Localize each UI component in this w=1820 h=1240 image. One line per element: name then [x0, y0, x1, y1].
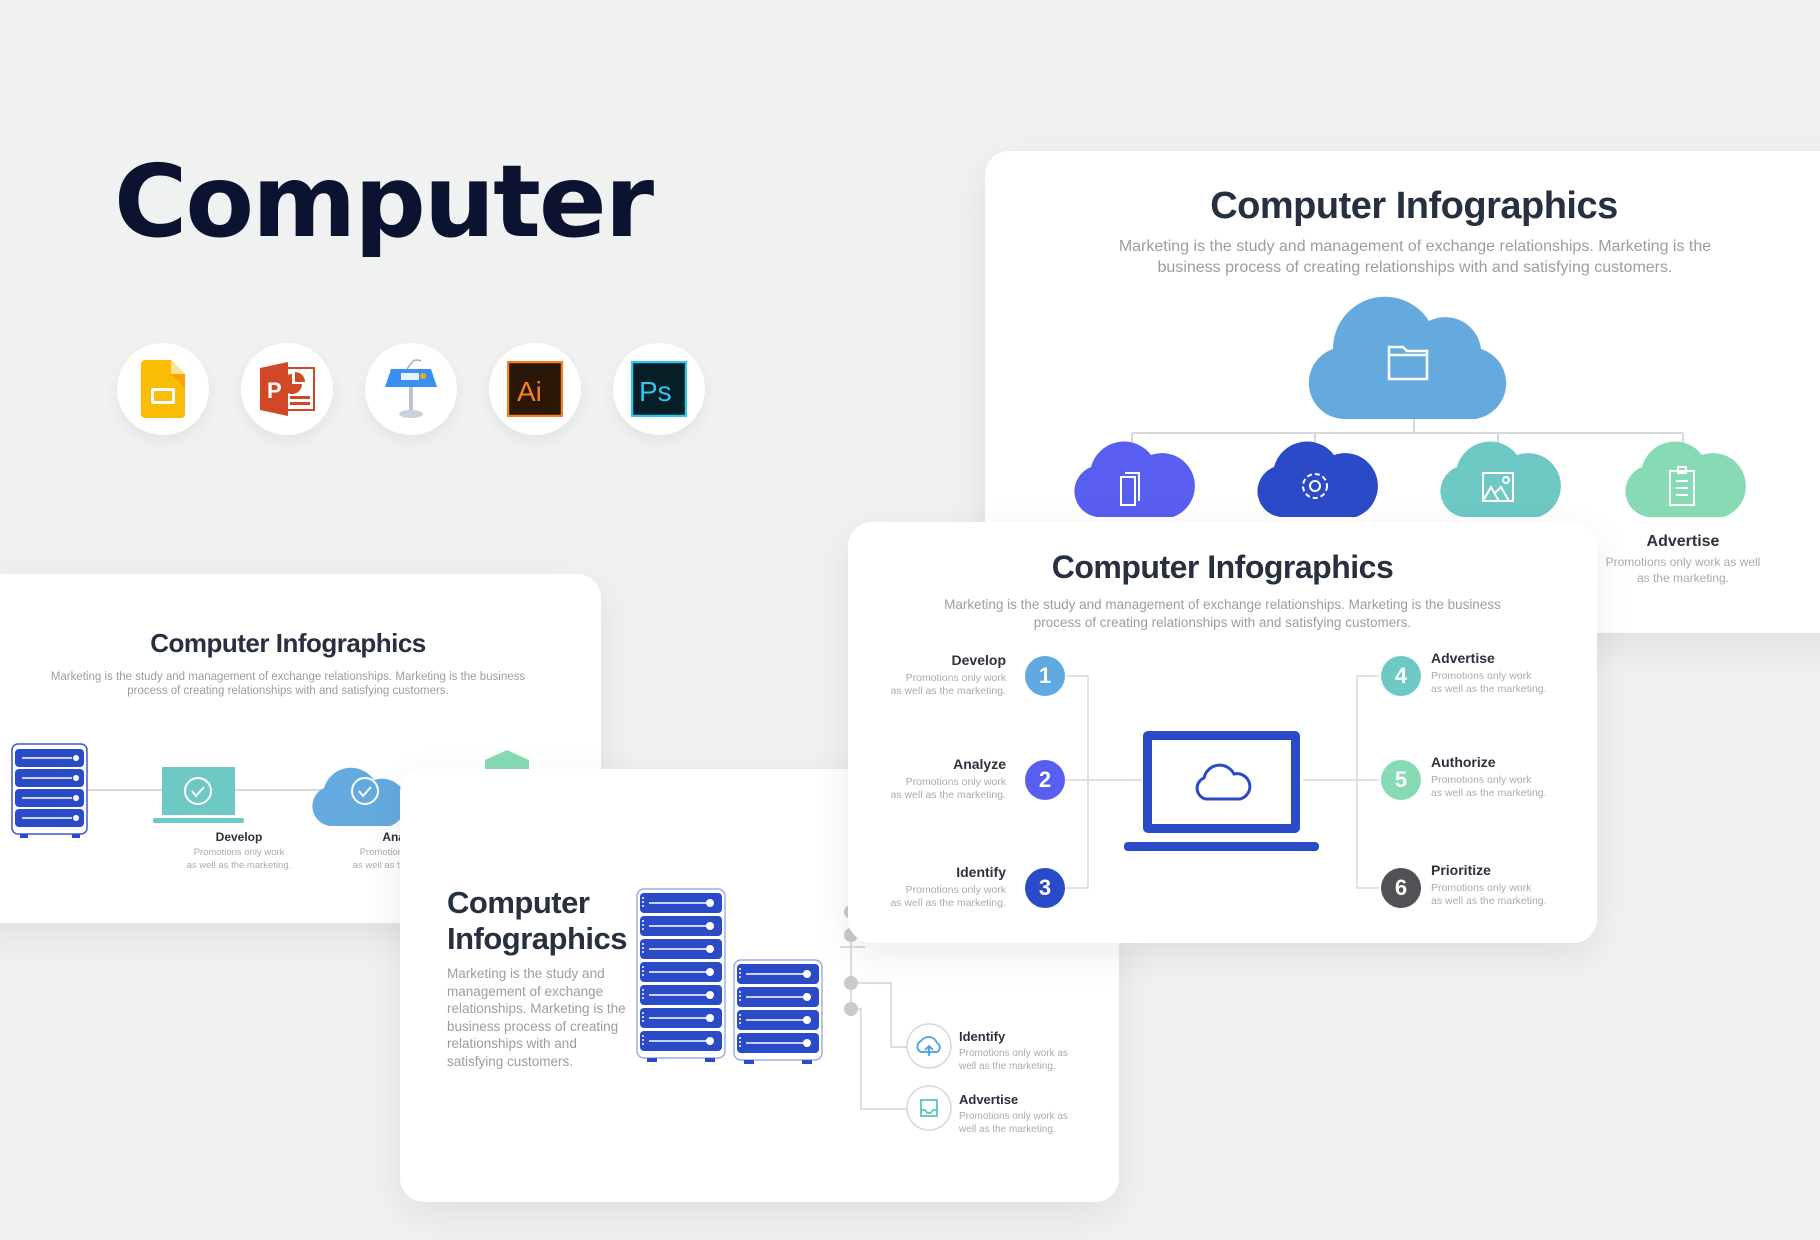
server-unit	[640, 1031, 722, 1051]
step-text-1: Promotions only work	[1431, 882, 1532, 894]
step-develop-label: Develop	[215, 830, 263, 844]
step-text-1: Promotions only work	[1431, 670, 1532, 682]
server-unit	[640, 985, 722, 1005]
child-cloud-image	[1440, 441, 1561, 517]
connector-lines	[1131, 419, 1684, 451]
step-text-1: Promotions only work	[1431, 774, 1532, 786]
step-label: Authorize	[1431, 754, 1496, 770]
advertise-text: Promotions only work as well as the mark…	[1605, 555, 1761, 585]
svg-text:Ai: Ai	[517, 376, 542, 407]
advertise-label: Advertise	[959, 1092, 1019, 1107]
step-text-1: Promotions only work	[905, 776, 1006, 788]
step-develop-text-1: Promotions only work	[193, 847, 285, 858]
server-unit	[737, 1010, 819, 1030]
step-text-2: as well as the marketing.	[890, 685, 1006, 697]
server-short	[733, 959, 823, 1064]
server-unit	[640, 1008, 722, 1028]
advertise-text-2: well as the marketing.	[959, 1124, 1056, 1135]
step-number-badge: 1	[1025, 656, 1065, 696]
step-number-badge: 3	[1025, 868, 1065, 908]
illustrator-icon: Ai	[489, 343, 581, 435]
svg-text:P: P	[267, 378, 282, 403]
server-unit	[640, 893, 722, 913]
step-text-1: Promotions only work	[905, 672, 1006, 684]
server-unit	[737, 964, 819, 984]
google-slides-icon	[117, 343, 209, 435]
child-cloud-clipboard	[1625, 441, 1746, 517]
server-unit	[640, 916, 722, 936]
server-icon	[11, 743, 88, 838]
step-number-badge: 6	[1381, 868, 1421, 908]
identify-text-1: Promotions only work as	[959, 1048, 1068, 1059]
partial-shield-icon	[485, 750, 529, 770]
step-text-2: as well as the marketing.	[1431, 683, 1547, 695]
step-number-badge: 5	[1381, 760, 1421, 800]
photoshop-icon: Ps	[613, 343, 705, 435]
child-cloud-gear	[1257, 441, 1378, 517]
slide-laptop-steps[interactable]: Computer Infographics Marketing is the s…	[848, 522, 1597, 943]
step-number-badge: 2	[1025, 760, 1065, 800]
advertise-circle	[906, 1085, 952, 1131]
laptop-icon	[1124, 731, 1319, 851]
hero-title: Computer	[114, 143, 654, 260]
root-cloud	[1308, 296, 1507, 420]
server-unit	[737, 1033, 819, 1053]
cloud-check-icon	[312, 767, 407, 826]
step-label: Prioritize	[1431, 862, 1491, 878]
server-unit	[640, 939, 722, 959]
identify-label: Identify	[959, 1029, 1006, 1044]
child-cloud-documents	[1074, 441, 1195, 517]
step-text-2: as well as the marketing.	[890, 789, 1006, 801]
keynote-icon	[365, 343, 457, 435]
identify-circle	[906, 1023, 952, 1069]
step-number-badge: 4	[1381, 656, 1421, 696]
step-label: Develop	[951, 652, 1006, 668]
server-tall	[636, 888, 726, 1062]
laptop-check-icon	[153, 767, 244, 823]
server-unit	[737, 987, 819, 1007]
step-label: Advertise	[1431, 650, 1495, 666]
server-unit	[640, 962, 722, 982]
step-label: Analyze	[953, 756, 1006, 772]
svg-text:Ps: Ps	[639, 376, 672, 407]
step-develop-text-2: as well as the marketing.	[186, 860, 292, 871]
step-text-2: as well as the marketing.	[1431, 787, 1547, 799]
step-label: Identify	[956, 864, 1006, 880]
advertise-text-1: Promotions only work as	[959, 1111, 1068, 1122]
powerpoint-icon: P	[241, 343, 333, 435]
step-text-1: Promotions only work	[905, 884, 1006, 896]
step-text-2: as well as the marketing.	[1431, 895, 1547, 907]
identify-text-2: well as the marketing.	[959, 1061, 1056, 1072]
step-text-2: as well as the marketing.	[890, 897, 1006, 909]
advertise-label: Advertise	[1646, 533, 1720, 550]
